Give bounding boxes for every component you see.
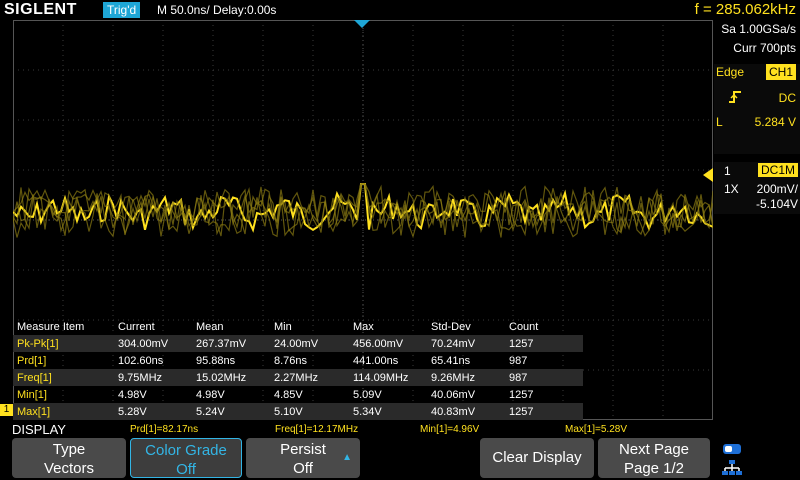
measurement-name: Freq[1]	[13, 369, 114, 386]
status-prd: Prd[1]=82.17ns	[130, 424, 199, 435]
next-page-label: Next Page	[618, 441, 690, 458]
trigger-info-box[interactable]: Edge CH1 DC L 5.284 V	[714, 64, 800, 154]
measurement-row: Prd[1] 102.60ns 95.88ns 8.76ns 441.00ns …	[13, 352, 583, 369]
top-status-bar: SIGLENT Trig'd M 50.0ns/ Delay:0.00s f =…	[0, 0, 800, 20]
softkey-menu: DISPLAY Prd[1]=82.17ns Freq[1]=12.17MHz …	[0, 420, 800, 480]
trigger-status-badge: Trig'd	[103, 2, 141, 18]
measurement-value: 987	[505, 369, 583, 386]
channel-number: 1	[724, 164, 731, 178]
ch1-offset-marker[interactable]: 1	[0, 404, 13, 416]
status-max: Max[1]=5.28V	[565, 424, 627, 435]
type-label: Type	[52, 441, 86, 458]
measurement-value: 40.06mV	[431, 388, 476, 401]
channel1-info-box[interactable]: 1 DC1M 1X 200mV/ -5.104V	[714, 162, 800, 214]
measurement-row: Min[1] 4.98V 4.98V 4.85V 5.09V 40.06mV 1…	[13, 386, 583, 403]
measurement-value: 40.83mV	[427, 403, 505, 420]
measurement-row: Pk-Pk[1] 304.00mV 267.37mV 24.00mV 456.0…	[13, 335, 583, 352]
measurement-value: 65.41ns	[431, 354, 471, 367]
timebase-readout: M 50.0ns/ Delay:0.00s	[157, 0, 276, 20]
measurement-value: 456.00mV	[349, 335, 427, 352]
sample-rate: Sa 1.00GSa/s	[721, 22, 796, 36]
measurement-row: Max[1] 5.28V 5.24V 5.10V 5.34V 40.83mV 1…	[13, 403, 583, 420]
vertical-scale: 200mV/	[756, 182, 798, 196]
brand-logo: SIGLENT	[4, 1, 77, 18]
column-header: Max	[353, 320, 374, 333]
measurement-value: 95.88ns	[196, 354, 236, 367]
delay-value: Delay:0.00s	[213, 3, 277, 17]
vertical-offset: -5.104V	[755, 197, 798, 211]
color-grade-button[interactable]: Color Grade Off	[130, 438, 242, 478]
measurement-row: Freq[1] 9.75MHz 15.02MHz 2.27MHz 114.09M…	[13, 369, 583, 386]
clear-display-button[interactable]: Clear Display	[480, 438, 594, 478]
memory-depth: Curr 700pts	[733, 41, 796, 55]
measurement-value: 15.02MHz	[192, 369, 270, 386]
color-grade-label: Color Grade	[145, 442, 227, 459]
measurement-value: 5.09V	[353, 388, 382, 401]
clear-display-label: Clear Display	[492, 449, 582, 466]
type-value: Vectors	[43, 460, 95, 477]
measurement-value: 5.34V	[349, 403, 427, 420]
trigger-coupling: DC	[778, 91, 796, 105]
next-page-button[interactable]: Next Page Page 1/2	[598, 438, 710, 478]
right-info-panel: Sa 1.00GSa/s Curr 700pts Edge CH1 DC L 5…	[714, 20, 800, 420]
trigger-position-marker	[354, 20, 370, 28]
measurement-value: 1257	[505, 335, 583, 352]
trigger-source-badge: CH1	[765, 64, 796, 80]
trigger-type: Edge	[716, 65, 745, 79]
measurement-value: 441.00ns	[353, 354, 399, 367]
measurement-value: 114.09MHz	[349, 369, 427, 386]
measurement-table: Measure Item Current Mean Min Max Std-De…	[13, 318, 583, 420]
measurement-value: 304.00mV	[114, 335, 192, 352]
type-button[interactable]: Type Vectors	[12, 438, 126, 478]
measurement-name: Max[1]	[13, 403, 114, 420]
column-header: Min	[274, 320, 292, 333]
network-icon	[722, 460, 742, 479]
measurement-name: Min[1]	[17, 388, 47, 401]
measurement-value: 987	[509, 354, 528, 367]
measurement-value: 5.10V	[270, 403, 349, 420]
column-header: Mean	[196, 320, 224, 333]
measurement-value: 9.75MHz	[114, 369, 192, 386]
frequency-counter: f = 285.062kHz	[694, 1, 796, 18]
column-header: Std-Dev	[431, 320, 471, 333]
measurement-value: 5.28V	[114, 403, 192, 420]
menu-title: DISPLAY	[12, 422, 66, 437]
channel-coupling-badge: DC1M	[757, 163, 798, 177]
persist-button[interactable]: Persist Off ▲	[246, 438, 360, 478]
column-header: Measure Item	[17, 320, 85, 333]
measurement-value: 70.24mV	[427, 335, 505, 352]
trigger-level-value: 5.284 V	[754, 115, 796, 129]
measurement-header-row: Measure Item Current Mean Min Max Std-De…	[13, 318, 583, 335]
measurement-value: 4.98V	[118, 388, 147, 401]
measurement-value: 4.98V	[196, 388, 225, 401]
measurement-value: 1257	[505, 403, 583, 420]
timebase-value: M 50.0ns/	[157, 3, 210, 17]
column-header: Current	[118, 320, 155, 333]
trigger-level-marker[interactable]	[703, 168, 713, 182]
rising-edge-icon	[728, 90, 742, 107]
measurement-name: Pk-Pk[1]	[13, 335, 114, 352]
probe-ratio: 1X	[724, 182, 739, 196]
color-grade-value: Off	[176, 461, 196, 478]
measurement-value: 8.76ns	[274, 354, 308, 367]
measurement-value: 2.27MHz	[270, 369, 349, 386]
column-header: Count	[509, 320, 539, 333]
trigger-level-label: L	[716, 115, 723, 129]
measurement-value: 24.00mV	[270, 335, 349, 352]
measurement-value: 102.60ns	[118, 354, 164, 367]
measurement-value: 4.85V	[274, 388, 303, 401]
measurement-name: Prd[1]	[17, 354, 47, 367]
status-freq: Freq[1]=12.17MHz	[275, 424, 359, 435]
measurement-value: 9.26MHz	[427, 369, 505, 386]
next-page-value: Page 1/2	[623, 460, 685, 477]
up-arrow-icon: ▲	[342, 452, 352, 463]
measurement-value: 1257	[509, 388, 534, 401]
measurement-value: 5.24V	[192, 403, 270, 420]
toggle-indicator-icon	[722, 442, 742, 459]
measurement-value: 267.37mV	[192, 335, 270, 352]
status-min: Min[1]=4.96V	[420, 424, 480, 435]
